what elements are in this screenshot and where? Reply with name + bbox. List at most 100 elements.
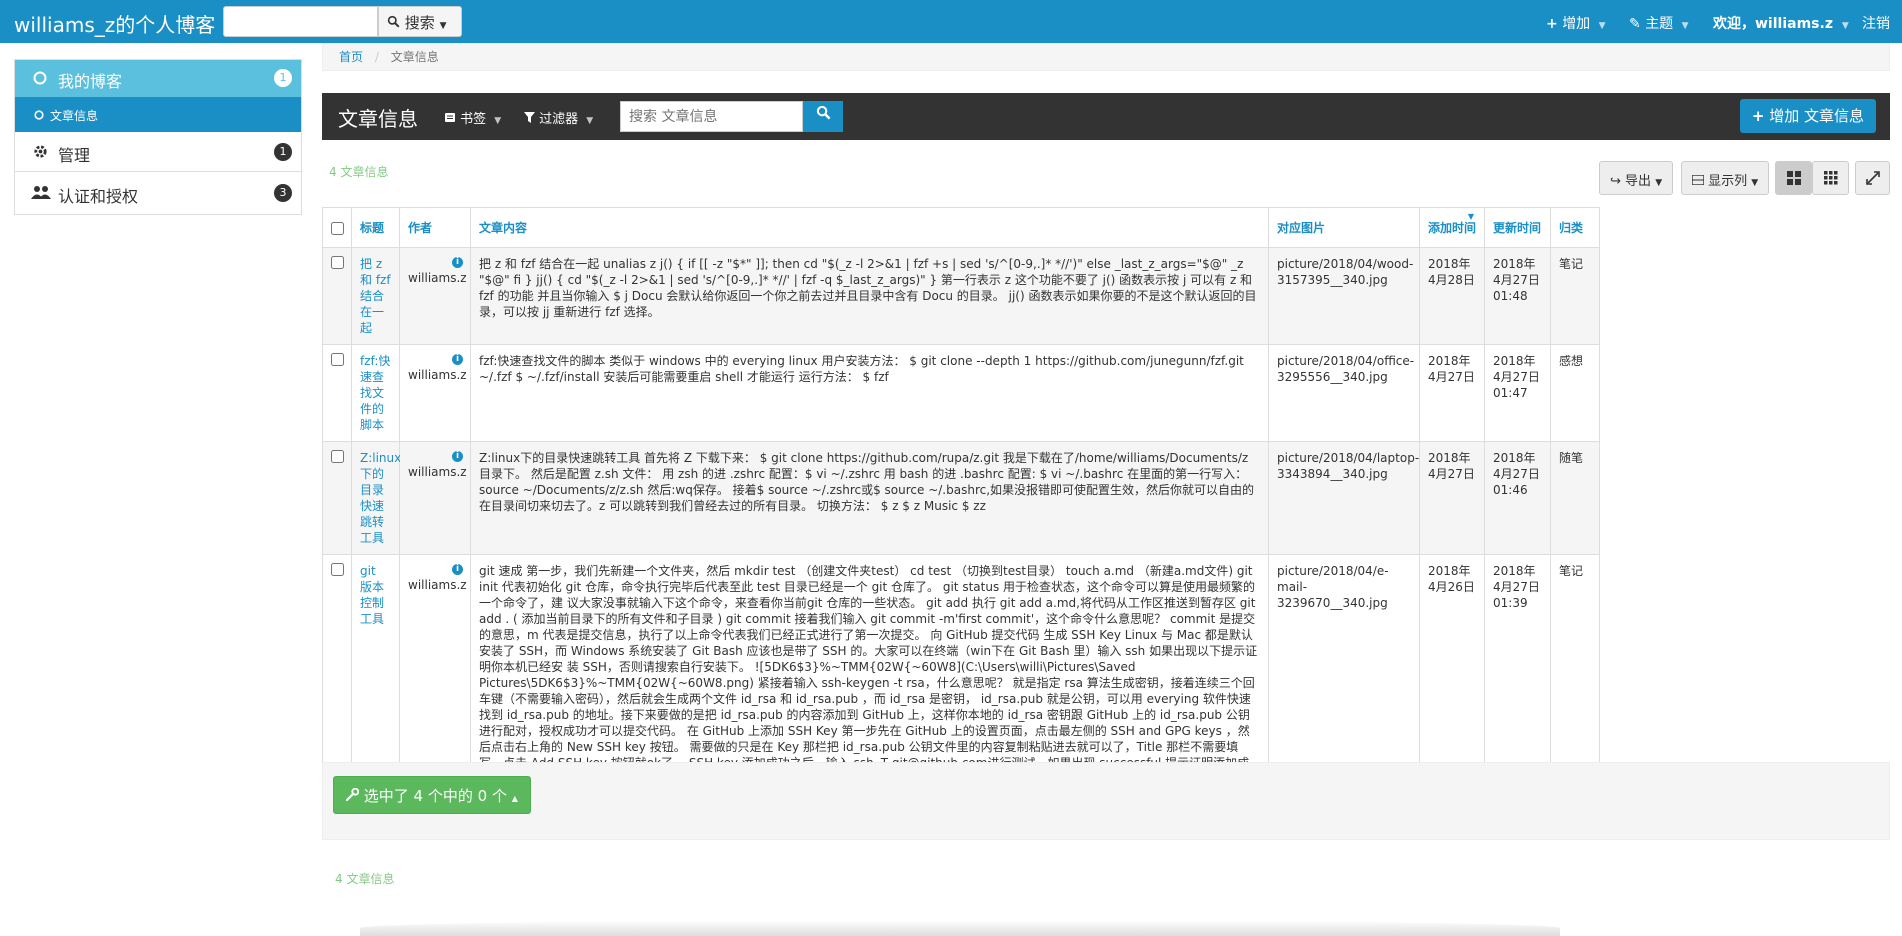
info-icon[interactable]: i — [452, 564, 463, 575]
chevron-down-icon: ▼ — [1681, 21, 1689, 31]
filter-icon — [524, 112, 539, 127]
row-checkbox[interactable] — [331, 563, 344, 576]
info-icon[interactable]: i — [452, 451, 463, 462]
sidebar-item-label: 文章信息 — [50, 109, 99, 123]
columns-button[interactable]: 显示列 ▼ — [1681, 161, 1770, 195]
columns-label: 显示列 — [1708, 174, 1748, 189]
info-icon[interactable]: i — [452, 257, 463, 268]
user-menu[interactable]: 欢迎，williams.z ▼ — [1713, 13, 1849, 33]
brand-title[interactable]: williams_z的个人博客 — [14, 9, 215, 38]
column-header-title[interactable]: 标题 — [351, 207, 400, 248]
count-badge: 1 — [274, 143, 292, 161]
select-all-cell — [322, 207, 352, 248]
nav-search-button[interactable]: 搜索 ▼ — [378, 6, 462, 37]
breadcrumb-separator: / — [374, 50, 379, 64]
row-title-link[interactable]: Z:linux下的目录快速跳转工具 — [351, 441, 401, 555]
search-icon — [387, 14, 405, 32]
table-footer: 选中了 4 个中的 0 个 ▲ — [322, 762, 1890, 840]
row-category: 感想 — [1550, 344, 1600, 442]
row-author: williams.z — [408, 271, 467, 285]
sort-desc-icon: ▼ — [1467, 212, 1474, 221]
sidebar-item-label: 管理 — [58, 146, 91, 165]
sidebar-item-label: 我的博客 — [58, 72, 123, 91]
bookmark-menu-label: 书签 — [460, 112, 487, 127]
panel-header: 文章信息 书签 ▼ 过滤器 ▼ + 增加 文章信息 — [322, 93, 1890, 140]
row-checkbox[interactable] — [331, 353, 344, 366]
bulk-actions-label: 选中了 4 个中的 0 个 — [363, 787, 507, 805]
chevron-down-icon: ▼ — [439, 21, 447, 31]
article-search-input[interactable] — [620, 101, 803, 132]
chevron-down-icon: ▼ — [1655, 178, 1663, 188]
chevron-down-icon: ▼ — [1598, 21, 1606, 31]
column-header-updated[interactable]: 更新时间 — [1484, 207, 1551, 248]
column-header-category[interactable]: 归类 — [1550, 207, 1600, 248]
add-article-label: 增加 文章信息 — [1769, 107, 1864, 125]
row-author-cell: i williams.z — [399, 441, 471, 555]
row-author: williams.z — [408, 578, 467, 592]
fullscreen-button[interactable] — [1855, 161, 1890, 195]
add-menu-label: 增加 — [1562, 16, 1591, 32]
result-count-bottom: 4 文章信息 — [335, 872, 395, 886]
article-search-button[interactable] — [803, 101, 843, 132]
small-grid-view-button[interactable] — [1812, 161, 1849, 195]
table-header-row: 标题 作者 文章内容 对应图片 ▼ 添加时间 更新时间 归类 — [322, 207, 1600, 248]
row-updated: 2018年4月27日 01:46 — [1484, 441, 1551, 555]
sidebar-item-articles[interactable]: 文章信息 — [15, 97, 301, 132]
export-button[interactable]: ↪ 导出 ▼ — [1599, 161, 1674, 195]
filter-menu-label: 过滤器 — [539, 112, 579, 127]
row-content: 把 z 和 fzf 结合在一起 unalias z j() { if [[ -z… — [470, 247, 1269, 345]
row-image: picture/2018/04/office-3295556__340.jpg — [1268, 344, 1420, 442]
chevron-down-icon: ▼ — [494, 116, 502, 126]
breadcrumb: 首页 / 文章信息 — [322, 43, 1890, 71]
brush-icon: ✎ — [1629, 16, 1641, 32]
column-header-author[interactable]: 作者 — [399, 207, 471, 248]
add-article-button[interactable]: + 增加 文章信息 — [1739, 99, 1876, 133]
row-select-cell — [322, 247, 352, 345]
count-badge: 1 — [274, 69, 292, 87]
breadcrumb-current: 文章信息 — [390, 50, 439, 64]
sidebar-item-my-blog[interactable]: 我的博客 1 — [15, 60, 301, 97]
logout-link[interactable]: 注销 — [1862, 13, 1890, 33]
sidebar-item-label: 认证和授权 — [58, 187, 139, 206]
row-author: williams.z — [408, 368, 467, 382]
row-author-cell: i williams.z — [399, 247, 471, 345]
table-row: 把 z 和 fzf 结合在一起 i williams.z 把 z 和 fzf 结… — [322, 247, 1600, 345]
row-author-cell: i williams.z — [399, 344, 471, 442]
sidebar-item-admin[interactable]: 管理 1 — [15, 132, 301, 172]
row-title-link[interactable]: fzf:快速查找文件的脚本 — [351, 344, 400, 442]
filter-menu[interactable]: 过滤器 ▼ — [524, 108, 593, 127]
row-added: 2018年4月27日 — [1419, 441, 1485, 555]
column-header-content[interactable]: 文章内容 — [470, 207, 1269, 248]
row-checkbox[interactable] — [331, 450, 344, 463]
users-icon — [31, 185, 51, 203]
info-icon[interactable]: i — [452, 354, 463, 365]
row-select-cell — [322, 441, 352, 555]
bulk-actions-button[interactable]: 选中了 4 个中的 0 个 ▲ — [333, 776, 531, 814]
table-row: fzf:快速查找文件的脚本 i williams.z fzf:快速查找文件的脚本… — [322, 344, 1600, 442]
grid-view-button[interactable] — [1775, 161, 1812, 195]
row-title-link[interactable]: 把 z 和 fzf 结合在一起 — [351, 247, 400, 345]
plus-icon: + — [1546, 16, 1558, 32]
breadcrumb-home[interactable]: 首页 — [339, 50, 363, 64]
sidebar: 我的博客 1 文章信息 管理 1 认证和授权 3 — [14, 59, 302, 215]
chevron-down-icon: ▼ — [1841, 21, 1849, 31]
row-image: picture/2018/04/laptop-3343894__340.jpg — [1268, 441, 1420, 555]
small-grid-icon — [1824, 171, 1838, 189]
bottom-shadow — [360, 920, 1560, 936]
nav-search-input[interactable] — [223, 6, 378, 37]
theme-menu[interactable]: ✎ 主题 ▼ — [1629, 13, 1689, 33]
share-icon: ↪ — [1610, 174, 1621, 189]
add-menu[interactable]: + 增加 ▼ — [1546, 13, 1606, 33]
row-checkbox[interactable] — [331, 256, 344, 269]
row-category: 随笔 — [1550, 441, 1600, 555]
chevron-down-icon: ▼ — [1751, 178, 1759, 188]
column-header-image[interactable]: 对应图片 — [1268, 207, 1420, 248]
row-content: Z:linux下的目录快速跳转工具 首先将 Z 下载下来： $ git clon… — [470, 441, 1269, 555]
row-content: fzf:快速查找文件的脚本 类似于 windows 中的 everying li… — [470, 344, 1269, 442]
column-header-added[interactable]: ▼ 添加时间 — [1419, 207, 1485, 248]
select-all-checkbox[interactable] — [331, 222, 344, 235]
bookmark-menu[interactable]: 书签 ▼ — [444, 108, 501, 127]
sidebar-item-auth[interactable]: 认证和授权 3 — [15, 172, 301, 214]
row-updated: 2018年4月27日 01:48 — [1484, 247, 1551, 345]
expand-icon — [1866, 171, 1880, 189]
